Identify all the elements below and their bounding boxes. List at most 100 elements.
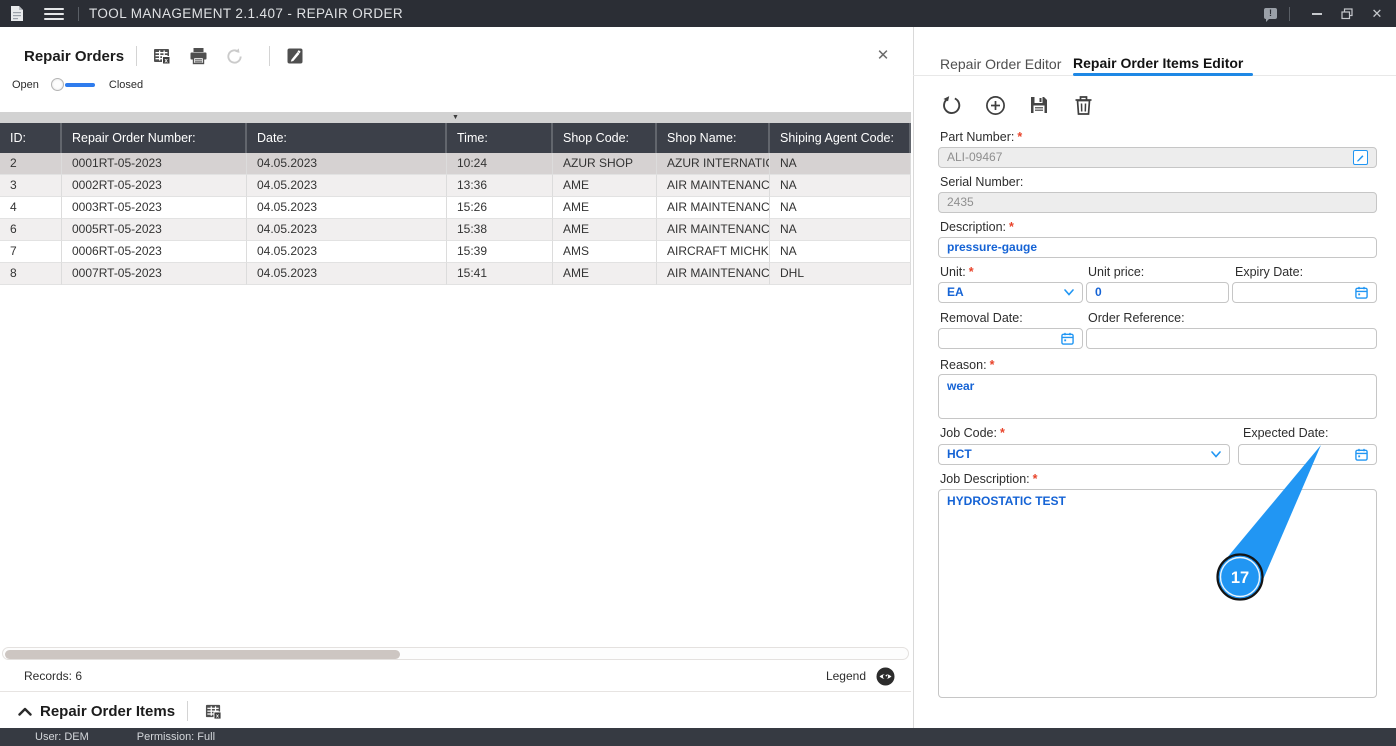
close-panel-button[interactable]: ✕: [872, 44, 894, 66]
order-reference-field[interactable]: [1086, 328, 1377, 349]
expected-date-field[interactable]: [1238, 444, 1377, 465]
table-header: ID: Repair Order Number: Date: Time: Sho…: [0, 123, 911, 153]
scrollbar-thumb[interactable]: [5, 649, 400, 659]
table-cell: 04.05.2023: [247, 241, 447, 263]
trash-icon: [1075, 95, 1091, 115]
restore-button[interactable]: [1332, 0, 1362, 27]
job-code-select[interactable]: HCT: [938, 444, 1230, 465]
column-header-shipping-agent-code[interactable]: Shiping Agent Code:: [770, 123, 911, 153]
table-cell: 04.05.2023: [247, 263, 447, 285]
refresh-icon: [226, 47, 242, 64]
column-header-shop-code[interactable]: Shop Code:: [553, 123, 657, 153]
calendar-icon[interactable]: [1355, 286, 1368, 299]
calendar-icon[interactable]: [1061, 332, 1074, 345]
table-cell: AIRCRAFT MICHKAS...: [657, 241, 770, 263]
required-asterisk: *: [999, 426, 1005, 440]
edit-button[interactable]: [282, 44, 308, 68]
open-closed-toggle-row: Open Closed: [0, 76, 913, 94]
table-cell: 0005RT-05-2023: [62, 219, 247, 241]
refresh-button[interactable]: [221, 44, 247, 68]
table-cell: 8: [0, 263, 62, 285]
add-item-button[interactable]: [982, 93, 1008, 117]
column-header-date[interactable]: Date:: [247, 123, 447, 153]
table-row[interactable]: 7 0006RT-05-2023 04.05.2023 15:39 AMS AIRCRAF…: [0, 241, 911, 263]
restore-icon: [1341, 7, 1353, 19]
serial-number-label: Serial Number:: [940, 175, 1024, 189]
description-field[interactable]: pressure-gauge: [938, 237, 1377, 258]
close-window-button[interactable]: ✕: [1362, 0, 1392, 27]
delete-button[interactable]: [1070, 93, 1096, 117]
serial-number-field: 2435: [938, 192, 1377, 213]
table-cell: 04.05.2023: [247, 153, 447, 175]
column-header-shop-name[interactable]: Shop Name:: [657, 123, 770, 153]
items-export-excel-button[interactable]: x: [200, 699, 226, 723]
part-number-label: Part Number: *: [940, 130, 1023, 144]
table-cell: 2: [0, 153, 62, 175]
table-body: 2 0001RT-05-2023 04.05.2023 10:24 AZUR SHOP A…: [0, 153, 911, 285]
reason-label: Reason: *: [940, 358, 995, 372]
open-closed-toggle[interactable]: [50, 78, 99, 92]
table-row[interactable]: 3 0002RT-05-2023 04.05.2023 13:36 AME AIR MAI…: [0, 175, 911, 197]
table-cell: 10:24: [447, 153, 553, 175]
toggle-open-label: Open: [12, 79, 39, 91]
window-title: TOOL MANAGEMENT 2.1.407 - REPAIR ORDER: [89, 6, 404, 21]
table-cell: 0002RT-05-2023: [62, 175, 247, 197]
repair-order-items-section: Repair Order Items x: [0, 694, 913, 728]
table-cell: DHL: [770, 263, 911, 285]
toggle-closed-label: Closed: [108, 79, 144, 91]
unit-price-label: Unit price:: [1088, 265, 1145, 279]
removal-date-field[interactable]: [938, 328, 1083, 349]
statusbar-permission: Permission: Full: [136, 731, 216, 743]
table-cell: 7: [0, 241, 62, 263]
column-header-repair-order-number[interactable]: Repair Order Number:: [62, 123, 247, 153]
minimize-button[interactable]: [1302, 0, 1332, 27]
job-description-textarea[interactable]: HYDROSTATIC TEST: [938, 489, 1377, 698]
tab-repair-order-items-editor[interactable]: Repair Order Items Editor: [1073, 55, 1243, 71]
save-icon: [1031, 97, 1047, 113]
toggle-thumb[interactable]: [50, 78, 64, 91]
printer-icon: [190, 48, 207, 65]
table-cell: AZUR SHOP: [553, 153, 657, 175]
plus-circle-icon: [985, 95, 1005, 115]
table-cell: 0001RT-05-2023: [62, 153, 247, 175]
titlebar: TOOL MANAGEMENT 2.1.407 - REPAIR ORDER !…: [0, 0, 1396, 27]
unit-price-field[interactable]: 0: [1086, 282, 1229, 303]
expiry-date-field[interactable]: [1232, 282, 1377, 303]
table-cell: AME: [553, 219, 657, 241]
menu-icon[interactable]: [44, 7, 64, 20]
expected-date-label: Expected Date:: [1243, 426, 1329, 440]
column-header-time[interactable]: Time:: [447, 123, 553, 153]
removal-date-label: Removal Date:: [940, 311, 1023, 325]
table-cell: AME: [553, 175, 657, 197]
table-cell: 0003RT-05-2023: [62, 197, 247, 219]
table-row[interactable]: 2 0001RT-05-2023 04.05.2023 10:24 AZUR SHOP A…: [0, 153, 911, 175]
column-header-id[interactable]: ID:: [0, 123, 62, 153]
legend-eye-icon[interactable]: [876, 667, 895, 686]
feedback-icon[interactable]: !: [1263, 7, 1279, 22]
job-code-label: Job Code: *: [940, 426, 1005, 440]
horizontal-scrollbar[interactable]: [2, 647, 909, 660]
filter-row-collapse-bar[interactable]: ▼: [0, 112, 911, 123]
part-number-edit-icon[interactable]: [1353, 150, 1368, 165]
export-excel-button[interactable]: x: [149, 44, 175, 68]
titlebar-divider: [1289, 6, 1290, 21]
collapse-section-button[interactable]: [16, 702, 34, 720]
reason-textarea[interactable]: wear: [938, 374, 1377, 419]
legend-label: Legend: [825, 669, 866, 683]
table-row[interactable]: 8 0007RT-05-2023 04.05.2023 15:41 AME AIR MAI…: [0, 263, 911, 285]
table-cell: 15:39: [447, 241, 553, 263]
part-number-field: ALI-09467: [938, 147, 1377, 168]
required-asterisk: *: [1032, 472, 1038, 486]
table-row[interactable]: 4 0003RT-05-2023 04.05.2023 15:26 AME AIR MAI…: [0, 197, 911, 219]
required-asterisk: *: [1009, 220, 1014, 234]
section-title: Repair Order Items: [40, 702, 176, 720]
save-button[interactable]: [1026, 93, 1052, 117]
undo-button[interactable]: [938, 93, 964, 117]
description-label: Description: *: [940, 220, 1014, 234]
tab-repair-order-editor[interactable]: Repair Order Editor: [940, 56, 1061, 72]
print-button[interactable]: [185, 44, 211, 68]
unit-select[interactable]: EA: [938, 282, 1083, 303]
app-window: TOOL MANAGEMENT 2.1.407 - REPAIR ORDER !…: [0, 0, 1396, 746]
table-row[interactable]: 6 0005RT-05-2023 04.05.2023 15:38 AME AIR MAI…: [0, 219, 911, 241]
calendar-icon[interactable]: [1355, 448, 1368, 461]
